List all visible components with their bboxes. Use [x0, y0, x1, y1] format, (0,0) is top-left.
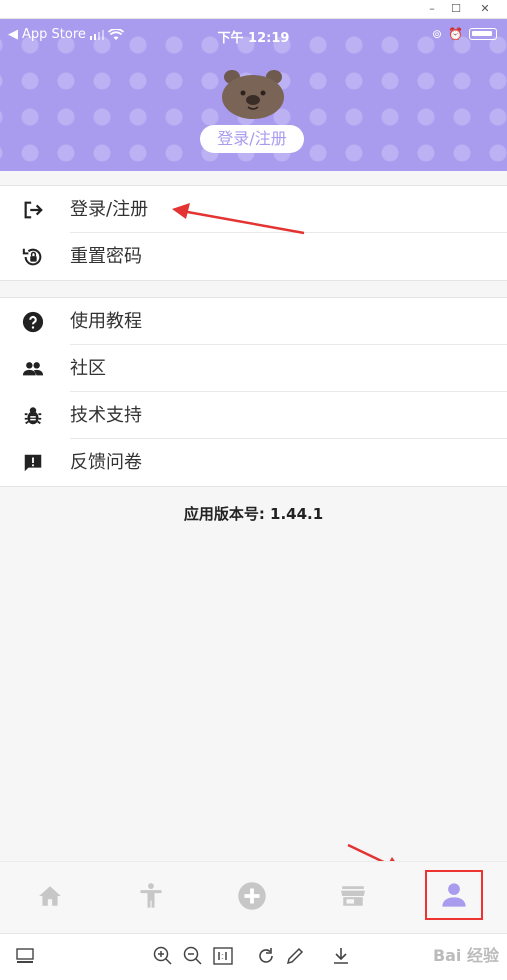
tab-accessibility[interactable]: [121, 872, 181, 920]
edit-pencil-icon[interactable]: [284, 945, 306, 967]
window-titlebar: – ☐ ✕: [0, 0, 507, 19]
menu-item-label: 使用教程: [70, 311, 142, 332]
menu-item-community[interactable]: 社区: [0, 345, 507, 392]
menu-item-feedback[interactable]: 反馈问卷: [0, 439, 507, 486]
status-right: ⊚ ⏰: [432, 27, 497, 41]
help-icon: [22, 311, 44, 333]
menu-item-label: 反馈问卷: [70, 452, 142, 473]
status-time: 下午 12:19: [217, 31, 290, 46]
thumbnail-icon[interactable]: [14, 945, 36, 967]
menu-item-label: 社区: [70, 358, 106, 379]
phone-screen: ◀ App Store 下午 12:19 ⊚ ⏰ 登录/注册 登录/注册 重置密…: [0, 19, 507, 933]
download-icon[interactable]: [330, 945, 352, 967]
menu-item-tech-support[interactable]: 技术支持: [0, 392, 507, 439]
image-viewer-toolbar: Bai 经验: [0, 933, 507, 980]
logout-icon: [24, 201, 43, 219]
zoom-in-icon[interactable]: [152, 945, 174, 967]
tab-home[interactable]: [20, 872, 80, 920]
login-register-pill[interactable]: 登录/注册: [200, 125, 304, 153]
lock-reset-icon: [22, 248, 42, 266]
store-icon: [341, 886, 365, 906]
people-icon: [22, 362, 44, 376]
bottom-tab-bar: [0, 861, 507, 933]
tab-profile[interactable]: [425, 870, 483, 920]
profile-header: ◀ App Store 下午 12:19 ⊚ ⏰ 登录/注册: [0, 19, 507, 171]
account-menu-group: 登录/注册 重置密码: [0, 185, 507, 281]
alarm-icon: ⏰: [448, 27, 463, 41]
maximize-button[interactable]: ☐: [447, 2, 465, 16]
battery-icon: [469, 28, 497, 40]
accessibility-icon: [140, 883, 162, 908]
minimize-button[interactable]: –: [423, 2, 441, 16]
support-menu-group: 使用教程 社区 技术支持 反馈问卷: [0, 297, 507, 487]
status-bar: ◀ App Store 下午 12:19 ⊚ ⏰: [0, 19, 507, 51]
zoom-out-icon[interactable]: [182, 945, 204, 967]
home-icon: [39, 886, 61, 906]
rotation-lock-icon: ⊚: [431, 27, 443, 41]
tab-add[interactable]: [222, 872, 282, 920]
baidu-watermark: Bai 经验: [432, 946, 499, 965]
feedback-icon: [24, 454, 42, 472]
wombat-avatar[interactable]: [220, 67, 286, 119]
menu-item-login[interactable]: 登录/注册: [0, 186, 507, 233]
person-icon: [442, 883, 466, 907]
menu-item-label: 登录/注册: [70, 199, 149, 220]
rotate-icon[interactable]: [255, 945, 277, 967]
bug-icon: [24, 407, 42, 425]
tab-store[interactable]: [323, 872, 383, 920]
menu-item-reset-password[interactable]: 重置密码: [0, 233, 507, 280]
add-circle-icon: [238, 882, 266, 910]
menu-item-label: 技术支持: [70, 405, 142, 426]
menu-item-tutorial[interactable]: 使用教程: [0, 298, 507, 345]
close-button[interactable]: ✕: [476, 2, 494, 16]
actual-size-icon[interactable]: [212, 945, 234, 967]
menu-item-label: 重置密码: [70, 246, 142, 267]
app-version: 应用版本号: 1.44.1: [183, 505, 324, 523]
